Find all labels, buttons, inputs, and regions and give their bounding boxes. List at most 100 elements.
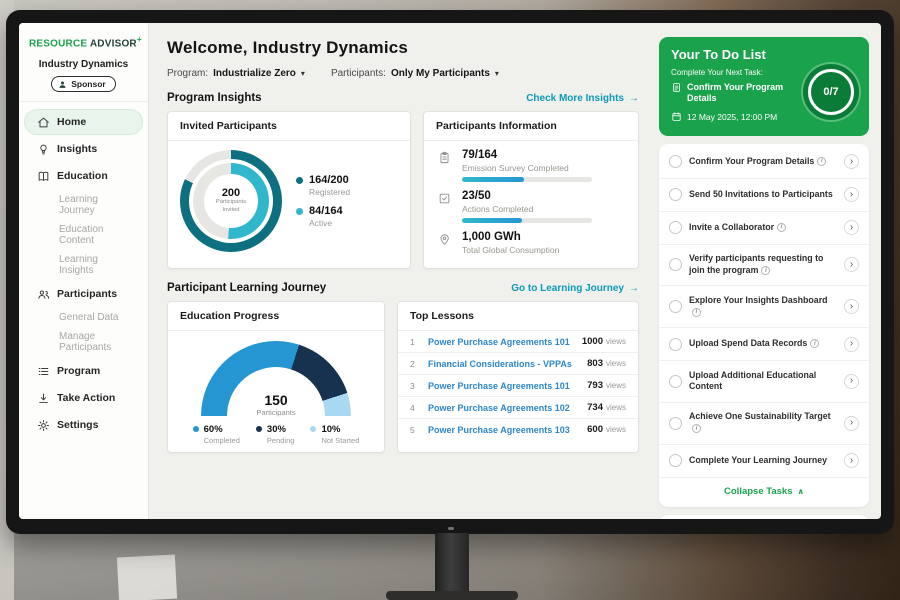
app-logo: RESOURCE ADVISOR+ — [19, 33, 148, 55]
gear-icon — [36, 418, 50, 432]
collapse-tasks-link[interactable]: Collapse Tasks ∧ — [659, 478, 869, 505]
info-row-global-consumption: 1,000 GWh Total Global Consumption — [438, 231, 624, 259]
todo-next-task: Confirm Your Program Details — [671, 82, 809, 105]
invited-participants-card: Invited Participants 200 Participants In… — [167, 111, 411, 269]
todo-summary-card: Your To Do List Complete Your Next Task:… — [659, 37, 869, 136]
donut-center-label: Participants Invited — [210, 199, 252, 214]
program-filter-dropdown[interactable]: Program: Industrialize Zero ▾ — [167, 68, 305, 79]
sidebar-item-education[interactable]: Education — [24, 163, 143, 189]
lesson-link[interactable]: Power Purchase Agreements 101 — [428, 381, 579, 391]
gauge-center-value: 150 — [201, 393, 351, 408]
info-icon: i — [692, 424, 701, 433]
todo-progress-ring: 0/7 — [803, 64, 859, 120]
org-name: Industry Dynamics — [19, 59, 148, 70]
check-more-insights-link[interactable]: Check More Insights → — [526, 93, 639, 104]
legend-dot — [193, 426, 199, 432]
task-checkbox[interactable] — [669, 454, 682, 467]
sidebar-item-settings[interactable]: Settings — [24, 412, 143, 438]
invited-donut-chart: 200 Participants Invited — [180, 150, 282, 252]
chevron-right-icon[interactable]: › — [844, 374, 859, 389]
recent-news-card: Recent News — [659, 515, 869, 520]
sidebar-item-home[interactable]: Home — [24, 109, 143, 135]
chevron-right-icon[interactable]: › — [844, 337, 859, 352]
list-icon — [36, 364, 50, 378]
card-title: Invited Participants — [168, 112, 410, 141]
task-item-verify-participants[interactable]: Verify participants requesting to join t… — [659, 245, 869, 287]
task-item-invite-collaborator[interactable]: Invite a Collaboratori › — [659, 212, 869, 245]
card-title: Top Lessons — [398, 302, 638, 331]
chevron-down-icon: ▾ — [495, 69, 499, 78]
app-window: RESOURCE ADVISOR+ Industry Dynamics Spon… — [19, 23, 881, 519]
sidebar-item-learning-insights[interactable]: Learning Insights — [24, 250, 143, 280]
lesson-link[interactable]: Financial Considerations - VPPAs — [428, 359, 579, 369]
participants-filter-dropdown[interactable]: Participants: Only My Participants ▾ — [331, 68, 499, 79]
lesson-link[interactable]: Power Purchase Agreements 103 — [428, 425, 579, 435]
sidebar-item-participants[interactable]: Participants — [24, 281, 143, 307]
sidebar-item-take-action[interactable]: Take Action — [24, 385, 143, 411]
lesson-row: 5 Power Purchase Agreements 103 600views — [398, 419, 638, 440]
download-icon — [36, 391, 50, 405]
sidebar-item-general-data[interactable]: General Data — [24, 308, 143, 327]
task-checkbox[interactable] — [669, 300, 682, 313]
chevron-right-icon[interactable]: › — [844, 299, 859, 314]
filter-bar: Program: Industrialize Zero ▾ Participan… — [167, 68, 639, 79]
task-checkbox[interactable] — [669, 375, 682, 388]
task-checkbox[interactable] — [669, 417, 682, 430]
task-item-upload-educational-content[interactable]: Upload Additional Educational Content › — [659, 361, 869, 403]
info-icon: i — [761, 266, 770, 275]
chevron-right-icon[interactable]: › — [844, 187, 859, 202]
sidebar-item-insights[interactable]: Insights — [24, 136, 143, 162]
task-item-confirm-program[interactable]: Confirm Your Program Detailsi › — [659, 146, 869, 179]
legend-item-not-started: 10% Not Started — [310, 424, 359, 445]
sidebar-item-education-content[interactable]: Education Content — [24, 220, 143, 250]
task-item-upload-spend-data[interactable]: Upload Spend Data Recordsi › — [659, 328, 869, 361]
lesson-row: 1 Power Purchase Agreements 101 1000view… — [398, 331, 638, 353]
task-checkbox[interactable] — [669, 155, 682, 168]
chevron-right-icon[interactable]: › — [844, 154, 859, 169]
page-title: Welcome, Industry Dynamics — [167, 38, 639, 58]
arrow-right-icon: → — [629, 93, 639, 104]
sidebar-item-learning-journey[interactable]: Learning Journey — [24, 190, 143, 220]
chevron-right-icon[interactable]: › — [844, 416, 859, 431]
task-item-achieve-sustainability-target[interactable]: Achieve One Sustainability Targeti › — [659, 403, 869, 445]
task-checkbox[interactable] — [669, 188, 682, 201]
chevron-right-icon[interactable]: › — [844, 257, 859, 272]
sidebar-item-program[interactable]: Program — [24, 358, 143, 384]
donut-ring-inner: 200 Participants Invited — [193, 163, 269, 239]
monitor-power-led — [448, 527, 454, 530]
chevron-up-icon: ∧ — [797, 487, 804, 496]
task-checkbox[interactable] — [669, 338, 682, 351]
task-checkbox[interactable] — [669, 258, 682, 271]
progress-bar — [462, 218, 592, 223]
info-row-emission-survey: 79/164 Emission Survey Completed — [438, 149, 624, 182]
gauge-center-label: Participants — [201, 408, 351, 417]
participants-information-card: Participants Information 79/164 Emission… — [423, 111, 639, 269]
legend-dot — [256, 426, 262, 432]
book-icon — [36, 169, 50, 183]
go-to-learning-journey-link[interactable]: Go to Learning Journey → — [511, 283, 639, 294]
chevron-right-icon[interactable]: › — [844, 220, 859, 235]
main-content: Welcome, Industry Dynamics Program: Indu… — [149, 23, 653, 519]
monitor-stand — [435, 533, 469, 600]
lesson-link[interactable]: Power Purchase Agreements 102 — [428, 403, 579, 413]
logo-text-resource: RESOURCE — [29, 38, 87, 49]
logo-plus: + — [137, 35, 142, 44]
info-icon: i — [777, 223, 786, 232]
legend-item-completed: 60% Completed — [193, 424, 240, 445]
sponsor-badge[interactable]: Sponsor — [51, 76, 115, 92]
todo-panel: Your To Do List Complete Your Next Task:… — [653, 23, 881, 519]
chevron-right-icon[interactable]: › — [844, 453, 859, 468]
sidebar-item-manage-participants[interactable]: Manage Participants — [24, 327, 143, 357]
monitor-stand-base — [386, 591, 518, 600]
task-checkbox[interactable] — [669, 221, 682, 234]
person-icon — [58, 80, 67, 89]
donut-legend: 164/200 Registered 84/164 Active — [296, 166, 350, 236]
task-item-send-invitations[interactable]: Send 50 Invitations to Participants › — [659, 179, 869, 212]
task-item-complete-learning-journey[interactable]: Complete Your Learning Journey › — [659, 445, 869, 478]
info-icon: i — [810, 339, 819, 348]
education-progress-card: Education Progress 150 Participants — [167, 301, 385, 453]
info-icon: i — [692, 308, 701, 317]
task-item-explore-insights[interactable]: Explore Your Insights Dashboardi › — [659, 286, 869, 328]
lesson-link[interactable]: Power Purchase Agreements 101 — [428, 337, 574, 347]
lesson-row: 3 Power Purchase Agreements 101 793views — [398, 375, 638, 397]
